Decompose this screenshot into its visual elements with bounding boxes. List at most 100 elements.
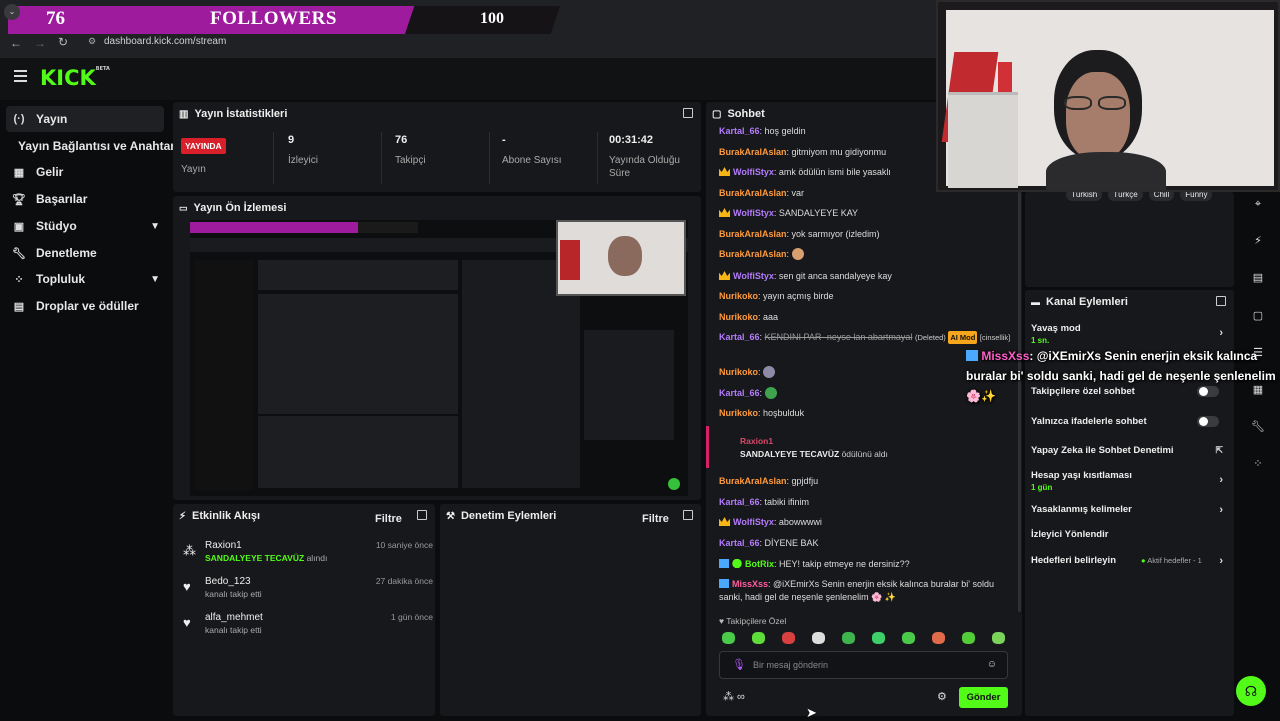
chat-message: Nurikoko: hoşbulduk xyxy=(719,408,805,418)
ai-moderation-setting[interactable]: Yapay Zeka ile Sohbet Denetimi ⇱ xyxy=(1031,445,1227,456)
followers-goal-banner: 76 FOLLOWERS 100 xyxy=(0,6,560,34)
chat-bubble-icon: ▢ xyxy=(712,108,722,120)
rail-bolt-icon[interactable]: ⚡︎ xyxy=(1248,231,1268,251)
sidebar-item-stream-key[interactable]: Yayın Bağlantısı ve Anahtarı xyxy=(18,133,178,159)
chat-message: BurakAralAslan: yok sarmıyor (izledim) xyxy=(719,229,880,239)
banned-words-setting[interactable]: Yasaklanmış kelimeler › xyxy=(1031,504,1227,516)
status-label: Yayın xyxy=(181,164,206,175)
emote-only-setting[interactable]: Yalnızca ifadelerle sohbet xyxy=(1031,416,1227,427)
reward-icon: ⁂ xyxy=(183,543,196,558)
rail-camera-icon[interactable]: ⌖ xyxy=(1248,194,1268,214)
redeem-text: SANDALYEYE TECAVÜZ ödülünü aldı xyxy=(740,449,888,459)
sidebar-item-droplar[interactable]: ▤ Droplar ve ödüller xyxy=(6,293,164,319)
reload-icon[interactable]: ↻ xyxy=(58,35,68,49)
emote-icon xyxy=(764,387,777,399)
crown-badge-icon xyxy=(719,271,730,280)
overlay-chat-message: MissXss: @iXEmirXs Senin enerjin eksik k… xyxy=(966,349,1276,403)
emote-icon[interactable] xyxy=(722,632,735,644)
chat-message: BotRix: HEY! takip etmeye ne dersiniz?? xyxy=(719,558,1019,571)
activity-filter-button[interactable]: Filtre xyxy=(375,513,402,525)
redirect-viewers-setting[interactable]: İzleyici Yönlendir xyxy=(1031,529,1227,540)
rail-list-icon[interactable]: ☰ xyxy=(1248,343,1268,363)
hammer-icon: ⚒ xyxy=(446,510,455,522)
heart-icon: ♥ xyxy=(183,615,191,630)
monitor-icon: ▭ xyxy=(179,202,188,213)
moderation-title: ⚒ Denetim Eylemleri xyxy=(446,510,557,522)
sidebar-item-studyo[interactable]: ▣ Stüdyo ▼ xyxy=(6,213,164,239)
slow-mode-setting[interactable]: Yavaş mod 1 sn. › xyxy=(1031,323,1227,345)
wrench-icon: 🔧︎ xyxy=(12,247,26,260)
emote-icon[interactable] xyxy=(872,632,885,644)
emote-icon[interactable] xyxy=(782,632,795,644)
sidebar-item-yayin[interactable]: (·) Yayın xyxy=(6,106,164,132)
banner-goal-count: 100 xyxy=(480,10,504,27)
menu-icon[interactable] xyxy=(14,70,27,82)
forward-icon[interactable]: → xyxy=(34,36,46,50)
trophy-icon: 🏆︎ xyxy=(12,193,26,206)
popout-icon[interactable] xyxy=(1216,296,1226,306)
sidebar-item-label: Yayın xyxy=(36,112,68,126)
emote-icon[interactable] xyxy=(932,632,945,644)
broadcast-icon: (·) xyxy=(13,113,25,125)
sidebar-item-denetleme[interactable]: 🔧︎ Denetleme xyxy=(6,240,164,266)
emoji-icon[interactable]: ☺ xyxy=(987,659,997,670)
emote-icon[interactable] xyxy=(842,632,855,644)
chat-message: BurakAralAslan: xyxy=(719,248,1019,261)
channel-actions-icon: ▬ xyxy=(1031,297,1040,307)
support-icon[interactable]: ☊ xyxy=(1236,676,1266,706)
redeem-accent xyxy=(706,426,709,468)
chat-message: WolfiStyx: SANDALYEYE KAY xyxy=(719,207,1019,220)
chat-message: MissXss: @iXEmirXs Senin enerjin eksik k… xyxy=(719,579,994,602)
popout-icon[interactable] xyxy=(417,510,427,520)
goals-setting[interactable]: Hedefleri belirleyin ● Aktif hedefler - 1… xyxy=(1031,555,1227,567)
chevron-right-icon: › xyxy=(1219,555,1223,567)
send-button[interactable]: Gönder xyxy=(959,687,1008,708)
popout-icon[interactable] xyxy=(683,510,693,520)
stream-stats-panel: ▥ Yayın İstatistikleri YAYINDA Yayın 9 İzl… xyxy=(173,102,701,192)
crown-badge-icon xyxy=(719,167,730,176)
chat-input[interactable]: 🎙︎ Bir mesaj gönderin ☺ xyxy=(719,651,1008,679)
heart-icon: ♥ xyxy=(183,579,191,594)
sidebar-item-gelir[interactable]: ▦ Gelir xyxy=(6,159,164,185)
address-bar[interactable]: dashboard.kick.com/stream xyxy=(104,33,974,51)
emote-only-toggle[interactable] xyxy=(1197,416,1219,427)
sidebar-item-basarilar[interactable]: 🏆︎ Başarılar xyxy=(6,186,164,212)
webcam-overlay xyxy=(936,0,1280,192)
rail-layout-icon[interactable]: ▦ xyxy=(1248,380,1268,400)
chat-input-placeholder: Bir mesaj gönderin xyxy=(753,660,829,670)
emote-icon[interactable] xyxy=(902,632,915,644)
back-icon[interactable]: ← xyxy=(10,36,22,50)
emote-icon[interactable] xyxy=(962,632,975,644)
account-age-setting[interactable]: Hesap yaşı kısıtlaması 1 gün › xyxy=(1031,470,1227,492)
preview-video[interactable] xyxy=(190,220,688,496)
popout-icon[interactable] xyxy=(683,108,693,118)
rail-community-icon[interactable]: ⁘ xyxy=(1248,454,1268,474)
emote-icon[interactable] xyxy=(812,632,825,644)
activity-title: ⚡︎ Etkinlik Akışı xyxy=(179,510,261,522)
moderation-actions-panel: ⚒ Denetim Eylemleri Filtre xyxy=(440,504,701,716)
crown-badge-icon xyxy=(719,208,730,217)
sidebar-item-label: Gelir xyxy=(36,165,64,179)
preview-title: ▭ Yayın Ön İzlemesi xyxy=(179,202,287,214)
site-info-icon[interactable]: ⚙ xyxy=(88,36,96,47)
moderation-filter-button[interactable]: Filtre xyxy=(642,513,669,525)
chart-icon: ▥ xyxy=(179,108,189,120)
activity-feed-panel: ⚡︎ Etkinlik Akışı Filtre ⁂ Raxion1 SANDAL… xyxy=(173,504,435,716)
channel-actions-title: ▬ Kanal Eylemleri xyxy=(1031,296,1128,308)
rail-chat-icon[interactable]: ▢ xyxy=(1248,306,1268,326)
emote-icon[interactable] xyxy=(992,632,1005,644)
tab-dropdown-icon[interactable]: ⌄ xyxy=(4,4,20,20)
reward-points-icon[interactable]: ⁂ ∞ xyxy=(723,690,745,703)
settings-icon[interactable]: ⚙ xyxy=(937,690,947,703)
sidebar-item-topluluk[interactable]: ⁘ Topluluk ▼ xyxy=(6,266,164,292)
microphone-icon[interactable]: 🎙︎ xyxy=(732,658,746,671)
sidebar-item-label: Başarılar xyxy=(36,192,88,206)
emote-icon xyxy=(791,248,804,260)
chevron-down-icon: ▼ xyxy=(150,220,160,232)
followers-only-label: ♥ Takipçilere Özel xyxy=(719,616,787,626)
rail-document-icon[interactable]: ▤ xyxy=(1248,268,1268,288)
emote-icon[interactable] xyxy=(752,632,765,644)
bot-badge-icon xyxy=(719,579,729,588)
rail-wrench-icon[interactable]: 🔧︎ xyxy=(1248,417,1268,437)
kick-logo[interactable]: KICKBETA xyxy=(40,66,110,90)
